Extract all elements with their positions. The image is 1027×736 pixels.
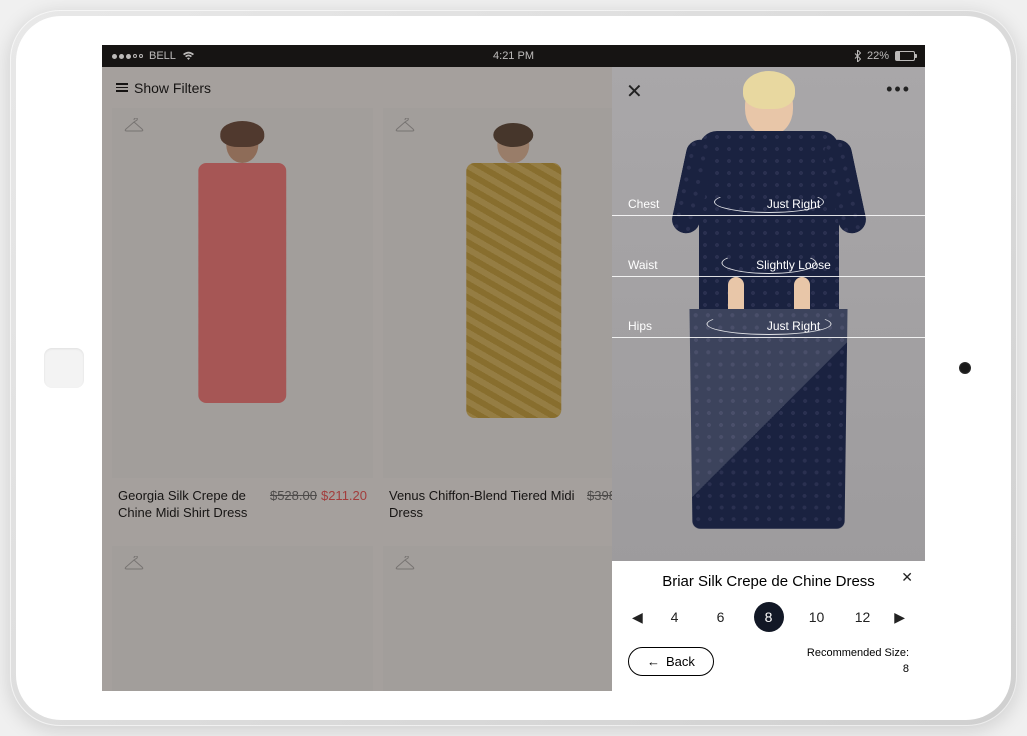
fit-panel: ✕ ••• Chest Just Right bbox=[612, 67, 925, 691]
size-option[interactable]: 12 bbox=[850, 604, 876, 630]
product-card[interactable]: Venus Chiffon-Blend Tiered Midi Dress $3… bbox=[383, 108, 644, 532]
product-image bbox=[383, 108, 644, 478]
product-image bbox=[383, 546, 644, 691]
more-options-icon[interactable]: ••• bbox=[886, 79, 911, 104]
bluetooth-icon bbox=[854, 50, 861, 62]
sheet-product-title: Briar Silk Crepe de Chine Dress bbox=[628, 573, 909, 590]
hanger-icon bbox=[124, 118, 144, 132]
fit-row-hips: Hips Just Right bbox=[612, 319, 925, 338]
fit-label: Chest bbox=[628, 197, 678, 211]
price-sale: $211.20 bbox=[321, 488, 367, 503]
size-prev-arrow-icon[interactable]: ◀ bbox=[628, 609, 647, 626]
fit-label: Hips bbox=[628, 319, 678, 333]
wifi-icon bbox=[182, 51, 195, 61]
battery-icon bbox=[895, 51, 915, 61]
tablet-device-frame: BELL 4:21 PM 22% Show Filters Dresses / … bbox=[10, 10, 1017, 726]
product-name: Georgia Silk Crepe de Chine Midi Shirt D… bbox=[118, 488, 262, 522]
product-prices: $528.00 $211.20 bbox=[270, 488, 367, 522]
status-bar: BELL 4:21 PM 22% bbox=[102, 45, 925, 67]
filter-label: Show Filters bbox=[134, 80, 211, 96]
size-option[interactable]: 10 bbox=[804, 604, 830, 630]
size-row: ◀ 468 10 12 ▶ bbox=[628, 602, 909, 632]
price-original: $528.00 bbox=[270, 488, 317, 503]
size-option[interactable]: 4 bbox=[662, 604, 688, 630]
hanger-icon bbox=[395, 556, 415, 570]
size-option[interactable]: 8 bbox=[754, 602, 784, 632]
product-image bbox=[112, 546, 373, 691]
app-screen: BELL 4:21 PM 22% Show Filters Dresses / … bbox=[102, 45, 925, 691]
home-button[interactable] bbox=[44, 348, 84, 388]
rec-label: Recommended Size: bbox=[807, 646, 909, 661]
product-name: Venus Chiffon-Blend Tiered Midi Dress bbox=[389, 488, 579, 522]
show-filters-button[interactable]: Show Filters bbox=[116, 80, 211, 96]
back-button[interactable]: ← Back bbox=[628, 647, 714, 676]
fit-row-chest: Chest Just Right bbox=[612, 197, 925, 216]
close-icon[interactable]: ✕ bbox=[626, 79, 643, 104]
rec-value: 8 bbox=[807, 662, 909, 677]
status-time: 4:21 PM bbox=[493, 50, 534, 62]
front-camera bbox=[959, 362, 971, 374]
arrow-left-icon: ← bbox=[647, 654, 660, 669]
recommended-size: Recommended Size: 8 bbox=[807, 646, 909, 677]
hanger-icon bbox=[124, 556, 144, 570]
hamburger-icon bbox=[116, 83, 128, 92]
fit-row-waist: Waist Slightly Loose bbox=[612, 258, 925, 277]
battery-percent: 22% bbox=[867, 50, 889, 62]
fit-label: Waist bbox=[628, 258, 678, 272]
size-next-arrow-icon[interactable]: ▶ bbox=[890, 609, 909, 626]
product-image bbox=[112, 108, 373, 478]
hanger-icon bbox=[395, 118, 415, 132]
product-card[interactable] bbox=[383, 546, 644, 691]
fit-measurements: Chest Just Right Waist Slightly Loose Hi… bbox=[612, 197, 925, 380]
size-option[interactable]: 6 bbox=[708, 604, 734, 630]
close-icon[interactable]: ✕ bbox=[901, 569, 913, 586]
product-card[interactable] bbox=[112, 546, 373, 691]
carrier-label: BELL bbox=[149, 50, 176, 62]
size-selector-sheet: ✕ Briar Silk Crepe de Chine Dress ◀ 4681… bbox=[612, 561, 925, 691]
product-card[interactable]: Georgia Silk Crepe de Chine Midi Shirt D… bbox=[112, 108, 373, 532]
back-label: Back bbox=[666, 654, 695, 669]
signal-dots-icon bbox=[112, 54, 143, 59]
